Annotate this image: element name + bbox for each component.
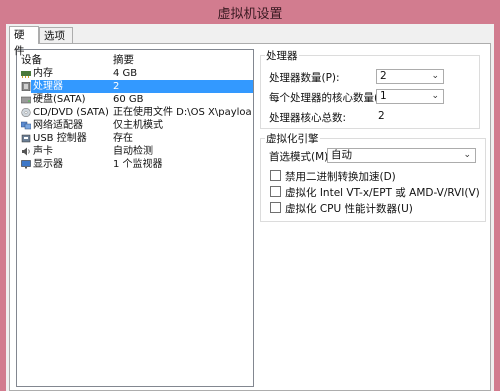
display-icon (21, 160, 31, 169)
device-summary: 60 GB (113, 94, 144, 105)
processor-group-title: 处理器 (265, 48, 299, 63)
virtualize-cpu-counters-checkbox[interactable] (270, 202, 281, 213)
device-list[interactable]: 设备 摘要 内存 4 GB 处理器 2 硬盘(SATA) 60 GB CD/DV… (16, 49, 254, 387)
window-title: 虚拟机设置 (217, 7, 283, 22)
device-name: 显示器 (33, 159, 63, 170)
cores-per-processor-label: 每个处理器的核心数量(C): (269, 92, 394, 104)
harddisk-icon (21, 96, 31, 104)
processor-count-value: 2 (380, 70, 387, 82)
chevron-down-icon: ⌄ (463, 150, 471, 160)
device-list-header: 设备 摘要 (17, 50, 253, 67)
total-cores-label: 处理器核心总数: (269, 112, 347, 124)
virtualization-engine-group: 虚拟化引擎 首选模式(M): 自动 ⌄ 禁用二进制转换加速(D) 虚拟化 Int… (260, 131, 486, 222)
processor-count-select[interactable]: 2 ⌄ (376, 69, 444, 84)
device-name: CD/DVD (SATA) (33, 107, 109, 118)
device-summary: 自动检测 (113, 146, 153, 157)
window-client: 硬件 选项 设备 摘要 内存 4 GB 处理器 2 硬盘(SATA) 60 GB… (6, 24, 494, 391)
processor-icon (21, 82, 31, 91)
device-name: 内存 (33, 68, 53, 79)
virtualization-group-title: 虚拟化引擎 (265, 131, 320, 146)
usb-icon (21, 134, 31, 143)
device-name: 硬盘(SATA) (33, 94, 86, 105)
device-summary: 正在使用文件 D:\OS X\payload\d... (113, 107, 251, 118)
preferred-mode-select[interactable]: 自动 ⌄ (327, 148, 476, 163)
device-summary: 存在 (113, 133, 133, 144)
preferred-mode-label: 首选模式(M): (269, 151, 332, 163)
device-summary: 仅主机模式 (113, 120, 163, 131)
device-row-display[interactable]: 显示器 1 个监视器 (17, 158, 253, 171)
chevron-down-icon: ⌄ (431, 91, 439, 101)
cores-per-processor-select[interactable]: 1 ⌄ (376, 89, 444, 104)
device-row-cd-dvd[interactable]: CD/DVD (SATA) 正在使用文件 D:\OS X\payload\d..… (17, 106, 253, 119)
device-name: 网络适配器 (33, 120, 83, 131)
cd-dvd-icon (21, 108, 31, 117)
device-row-usb-controller[interactable]: USB 控制器 存在 (17, 132, 253, 145)
device-row-sound-card[interactable]: 声卡 自动检测 (17, 145, 253, 158)
column-header-summary[interactable]: 摘要 (113, 52, 134, 67)
device-name: 声卡 (33, 146, 53, 157)
chevron-down-icon: ⌄ (431, 71, 439, 81)
tab-hardware[interactable]: 硬件 (9, 26, 39, 57)
virtualize-vtx-checkbox[interactable] (270, 186, 281, 197)
device-row-memory[interactable]: 内存 4 GB (17, 67, 253, 80)
device-row-harddisk[interactable]: 硬盘(SATA) 60 GB (17, 93, 253, 106)
disable-binary-translation-checkbox[interactable] (270, 170, 281, 181)
processor-group: 处理器 处理器数量(P): 2 ⌄ 每个处理器的核心数量(C): 1 ⌄ 处理器… (260, 48, 480, 129)
processor-count-label: 处理器数量(P): (269, 72, 340, 84)
network-adapter-icon (21, 121, 31, 130)
device-summary: 2 (113, 81, 120, 92)
disable-binary-translation-label[interactable]: 禁用二进制转换加速(D) (285, 169, 396, 184)
cores-per-processor-value: 1 (380, 90, 387, 102)
device-row-processor[interactable]: 处理器 2 (17, 80, 253, 93)
device-summary: 4 GB (113, 68, 138, 79)
memory-icon (21, 71, 31, 78)
device-name: USB 控制器 (33, 133, 87, 144)
sound-card-icon (22, 147, 30, 156)
virtualize-vtx-label[interactable]: 虚拟化 Intel VT-x/EPT 或 AMD-V/RVI(V) (285, 185, 480, 200)
device-row-network-adapter[interactable]: 网络适配器 仅主机模式 (17, 119, 253, 132)
tab-options[interactable]: 选项 (39, 27, 73, 43)
preferred-mode-value: 自动 (331, 149, 352, 161)
title-bar[interactable]: 虚拟机设置 (0, 0, 500, 24)
device-summary: 1 个监视器 (113, 159, 163, 170)
device-name: 处理器 (33, 81, 63, 92)
total-cores-value: 2 (378, 110, 385, 122)
virtualize-cpu-counters-label[interactable]: 虚拟化 CPU 性能计数器(U) (285, 201, 413, 216)
vm-settings-window: 虚拟机设置 硬件 选项 设备 摘要 内存 4 GB 处理器 2 硬盘(SATA)… (0, 0, 500, 391)
hardware-panel: 设备 摘要 内存 4 GB 处理器 2 硬盘(SATA) 60 GB CD/DV… (9, 43, 491, 391)
